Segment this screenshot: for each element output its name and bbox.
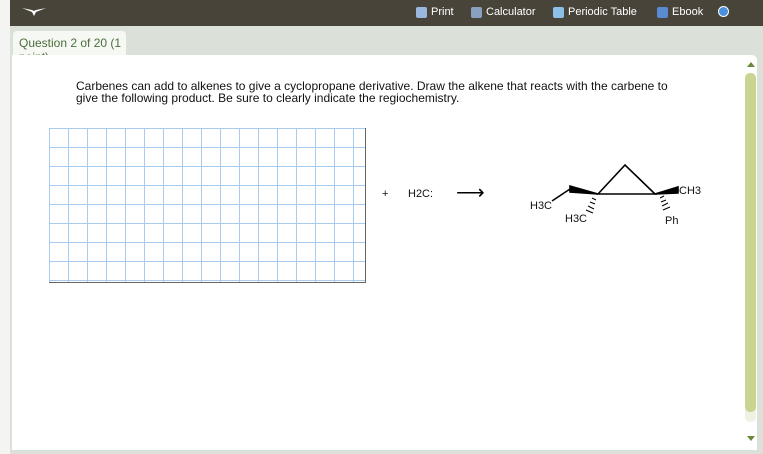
phenyl-label: Ph [665,215,678,227]
carbene-formula: H2C: [408,188,433,200]
ethyl-label: H3C [530,200,552,212]
ch3-label: CH3 [679,185,701,197]
plus-sign: + [382,188,388,200]
scroll-up-button[interactable] [747,62,755,67]
scroll-down-button[interactable] [747,436,755,441]
reaction-scheme: + H2C: ⟶ H3C H3C CH3 Ph [382,163,701,227]
methyl-label: H3C [565,213,587,225]
cyclopropane-structure [551,163,679,214]
reaction-arrow: ⟶ [456,182,485,204]
scrollbar-thumb[interactable] [745,73,756,412]
